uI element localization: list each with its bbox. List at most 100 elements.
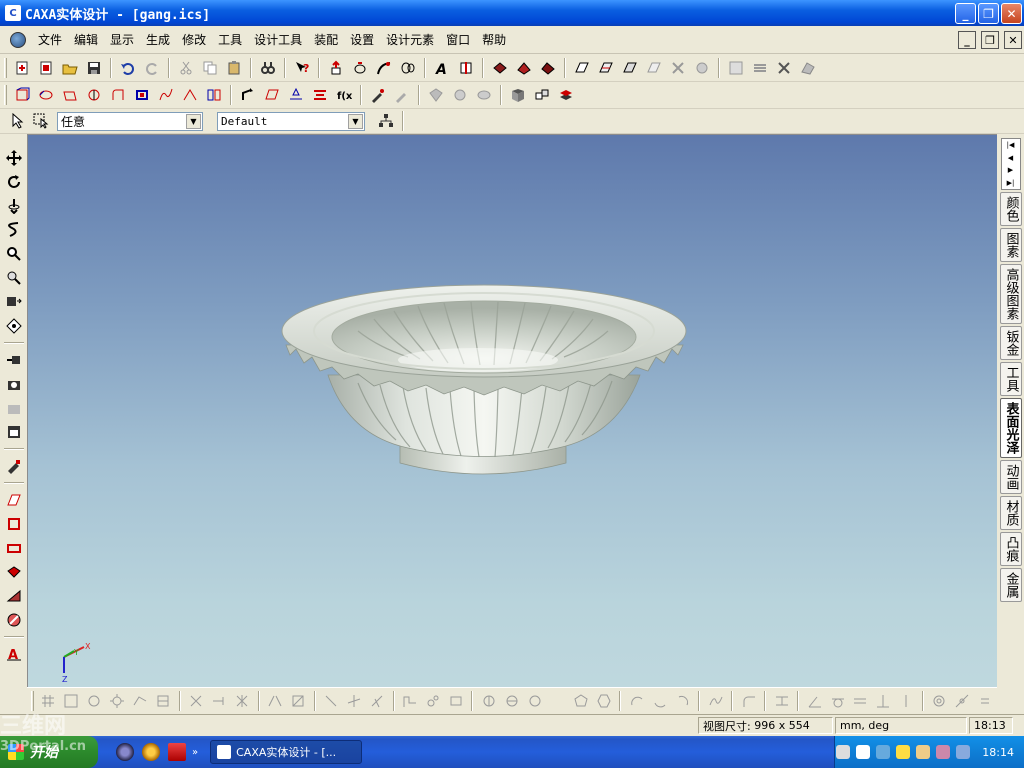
toolbar-grip[interactable]	[4, 85, 7, 105]
home-icon[interactable]	[168, 743, 186, 761]
tab-advanced-primitives[interactable]: 高级图素	[999, 264, 1022, 324]
tangent-line-icon[interactable]	[344, 690, 365, 712]
arc-3-icon[interactable]	[672, 690, 693, 712]
vertical-constraint-icon[interactable]	[896, 690, 917, 712]
pattern-icon[interactable]	[725, 57, 747, 79]
media-player-icon[interactable]	[116, 743, 134, 761]
extrude-icon[interactable]	[325, 57, 347, 79]
menu-edit[interactable]: 编辑	[68, 29, 104, 51]
camera-icon[interactable]	[473, 84, 495, 106]
dynamic-rotate-icon[interactable]	[3, 195, 25, 217]
redo-icon[interactable]	[141, 57, 163, 79]
new-drawing-icon[interactable]	[35, 57, 57, 79]
title-bar[interactable]: C CAXA实体设计 - [gang.ics] _ ❐ ✕	[0, 0, 1024, 26]
menu-view[interactable]: 显示	[104, 29, 140, 51]
wireframe-icon[interactable]	[3, 513, 25, 535]
project-tool-icon[interactable]	[153, 690, 174, 712]
scale-2d-icon[interactable]	[288, 690, 309, 712]
messenger-icon[interactable]	[142, 743, 160, 761]
fx-icon[interactable]: f(x)	[333, 84, 355, 106]
brush-icon[interactable]	[391, 84, 413, 106]
tab-material[interactable]: 材质	[999, 496, 1022, 530]
section-icon[interactable]	[455, 57, 477, 79]
chevron-down-icon[interactable]: ▼	[348, 113, 363, 129]
face-rotate-icon[interactable]	[595, 57, 617, 79]
face-move-icon[interactable]	[571, 57, 593, 79]
chevron-down-icon[interactable]: ▼	[186, 113, 201, 129]
text-icon[interactable]: A	[431, 57, 453, 79]
line-icon[interactable]	[321, 690, 342, 712]
user-icon[interactable]	[916, 745, 931, 759]
circle-center-icon[interactable]	[478, 690, 499, 712]
shade-icon[interactable]	[3, 489, 25, 511]
mirror-icon[interactable]	[691, 57, 713, 79]
mdi-restore-button[interactable]: ❐	[981, 31, 999, 49]
document-icon[interactable]	[10, 31, 26, 48]
box-select-icon[interactable]	[30, 110, 52, 132]
menu-design-tools[interactable]: 设计工具	[248, 29, 308, 51]
mdi-close-button[interactable]: ✕	[1004, 31, 1022, 49]
help-icon[interactable]: ?	[291, 57, 313, 79]
menu-window[interactable]: 窗口	[440, 29, 476, 51]
parallel-constraint-icon[interactable]	[850, 690, 871, 712]
offset-tool-icon[interactable]	[130, 690, 151, 712]
catalog-navigator[interactable]: |◀ ◀ ▶ ▶|	[1000, 138, 1021, 190]
menu-settings[interactable]: 设置	[344, 29, 380, 51]
ellipse-icon[interactable]	[547, 690, 568, 712]
chamfer-icon[interactable]	[537, 57, 559, 79]
rectangle-tool-icon[interactable]	[445, 690, 466, 712]
stack-icon[interactable]	[749, 57, 771, 79]
menu-file[interactable]: 文件	[32, 29, 68, 51]
grid-icon[interactable]	[38, 690, 59, 712]
perpendicular-constraint-icon[interactable]	[873, 690, 894, 712]
chevron-right-icon[interactable]: »	[192, 747, 198, 758]
minimize-button[interactable]: _	[955, 3, 976, 24]
qq-icon[interactable]	[896, 745, 911, 759]
face-offset-icon[interactable]	[619, 57, 641, 79]
3d-viewport[interactable]: X Y Z	[27, 134, 997, 687]
copy-icon[interactable]	[199, 57, 221, 79]
sketch-revolve-icon[interactable]	[83, 84, 105, 106]
toolbar-grip[interactable]	[4, 58, 7, 78]
smooth-shade-icon[interactable]	[3, 585, 25, 607]
first-icon[interactable]: |◀	[1007, 141, 1015, 149]
blend-icon[interactable]	[797, 57, 819, 79]
orbit-icon[interactable]	[3, 219, 25, 241]
view-disabled-icon[interactable]	[3, 397, 25, 419]
cut-icon[interactable]	[175, 57, 197, 79]
snap-icon[interactable]	[285, 84, 307, 106]
sketch-plane-icon[interactable]	[59, 84, 81, 106]
perpendicular-line-icon[interactable]	[367, 690, 388, 712]
keyboard-icon[interactable]	[836, 745, 851, 759]
zoom-fit-icon[interactable]	[3, 291, 25, 313]
pan-icon[interactable]	[3, 147, 25, 169]
menu-assembly[interactable]: 装配	[308, 29, 344, 51]
select-arrow-icon[interactable]	[6, 110, 28, 132]
find-icon[interactable]	[257, 57, 279, 79]
start-button[interactable]: 开始	[0, 736, 98, 768]
network-icon[interactable]	[956, 745, 971, 759]
smart-dim-icon[interactable]	[237, 84, 259, 106]
dimension-icon[interactable]	[771, 690, 792, 712]
style-select[interactable]: Default ▼	[217, 111, 365, 131]
angle-constraint-icon[interactable]	[804, 690, 825, 712]
sketch-box-icon[interactable]	[11, 84, 33, 106]
taskbar-caxa-window[interactable]: CAXA实体设计 - [...	[210, 740, 363, 764]
box-grid-icon[interactable]	[61, 690, 82, 712]
last-icon[interactable]: ▶|	[1007, 179, 1015, 187]
circle-3pt-icon[interactable]	[524, 690, 545, 712]
fillet-2d-icon[interactable]	[738, 690, 759, 712]
draft-icon[interactable]	[643, 57, 665, 79]
arc-1-icon[interactable]	[626, 690, 647, 712]
camera-view-icon[interactable]	[3, 373, 25, 395]
sweep-icon[interactable]	[373, 57, 395, 79]
arc-2-icon[interactable]	[649, 690, 670, 712]
tab-color[interactable]: 颜色	[999, 192, 1022, 226]
fillet-icon[interactable]	[513, 57, 535, 79]
view-point-icon[interactable]	[3, 349, 25, 371]
tab-primitives[interactable]: 图素	[999, 228, 1022, 262]
assembly-icon[interactable]	[507, 84, 529, 106]
next-icon[interactable]: ▶	[1008, 166, 1013, 174]
tab-tools[interactable]: 工具	[999, 362, 1022, 396]
sketch-spline-icon[interactable]	[155, 84, 177, 106]
